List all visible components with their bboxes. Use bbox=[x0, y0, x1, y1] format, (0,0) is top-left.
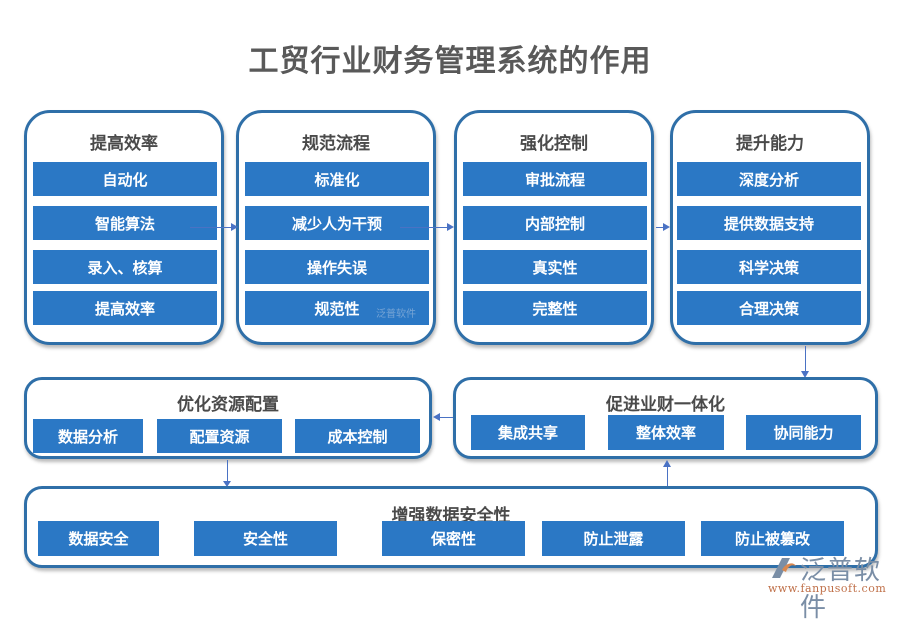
item-reduce-human-intervention: 减少人为干预 bbox=[245, 206, 429, 240]
arrow-right-icon bbox=[231, 223, 238, 231]
panel-strengthen-control: 强化控制 审批流程 内部控制 真实性 完整性 bbox=[454, 110, 654, 345]
item-allocate-resources: 配置资源 bbox=[157, 419, 282, 453]
item-internal-control: 内部控制 bbox=[463, 206, 647, 240]
panel-title: 提升能力 bbox=[736, 134, 804, 154]
item-improve-efficiency: 提高效率 bbox=[33, 291, 217, 325]
watermark: 泛普软件 bbox=[376, 309, 416, 320]
panel-title: 强化控制 bbox=[520, 134, 588, 154]
brand-logo: 泛普软件 www.fanpusoft.com bbox=[768, 550, 898, 623]
arrow-line bbox=[440, 417, 453, 418]
page-title: 工贸行业财务管理系统的作用 bbox=[248, 44, 652, 79]
item-collaboration-capability: 协同能力 bbox=[746, 415, 861, 450]
arrow-up-icon bbox=[663, 460, 671, 467]
item-entry-accounting: 录入、核算 bbox=[33, 250, 217, 284]
item-completeness: 完整性 bbox=[463, 291, 647, 325]
item-data-analysis: 数据分析 bbox=[33, 419, 143, 453]
panel-title: 促进业财一体化 bbox=[606, 395, 725, 415]
item-data-support: 提供数据支持 bbox=[677, 206, 861, 240]
arrow-line bbox=[227, 460, 228, 482]
item-scientific-decision: 科学决策 bbox=[677, 250, 861, 284]
item-standardization: 标准化 bbox=[245, 162, 429, 196]
item-smart-algorithm: 智能算法 bbox=[33, 206, 217, 240]
panel-enhance-capability: 提升能力 深度分析 提供数据支持 科学决策 合理决策 bbox=[670, 110, 870, 345]
arrow-right-icon bbox=[663, 223, 670, 231]
item-confidentiality: 保密性 bbox=[382, 521, 525, 556]
arrow-line bbox=[805, 346, 806, 372]
item-operation-errors: 操作失误 bbox=[245, 250, 429, 284]
item-data-safety: 数据安全 bbox=[38, 521, 159, 556]
arrow-left-icon bbox=[433, 413, 440, 421]
item-rational-decision: 合理决策 bbox=[677, 291, 861, 325]
arrow-line bbox=[190, 227, 232, 228]
arrow-right-icon bbox=[447, 223, 454, 231]
item-cost-control: 成本控制 bbox=[295, 419, 420, 453]
item-overall-efficiency: 整体效率 bbox=[608, 415, 724, 450]
panel-optimize-resources: 优化资源配置 数据分析 配置资源 成本控制 bbox=[24, 377, 432, 459]
item-authenticity: 真实性 bbox=[463, 250, 647, 284]
item-deep-analysis: 深度分析 bbox=[677, 162, 861, 196]
item-automation: 自动化 bbox=[33, 162, 217, 196]
panel-business-finance-integration: 促进业财一体化 集成共享 整体效率 协同能力 bbox=[453, 377, 878, 459]
panel-title: 规范流程 bbox=[302, 134, 370, 154]
arrow-line bbox=[400, 227, 448, 228]
logo-url: www.fanpusoft.com bbox=[768, 582, 887, 595]
fanpu-logo-icon bbox=[772, 558, 796, 578]
item-prevent-leakage: 防止泄露 bbox=[542, 521, 685, 556]
panel-data-security: 增强数据安全性 数据安全 安全性 保密性 防止泄露 防止被篡改 bbox=[24, 486, 878, 568]
item-approval-process: 审批流程 bbox=[463, 162, 647, 196]
item-security: 安全性 bbox=[194, 521, 337, 556]
panel-title: 优化资源配置 bbox=[177, 395, 279, 415]
item-integrated-sharing: 集成共享 bbox=[471, 415, 585, 450]
panel-title: 提高效率 bbox=[90, 134, 158, 154]
